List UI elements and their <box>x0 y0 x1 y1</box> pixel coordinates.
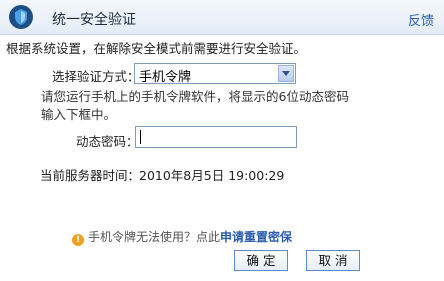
code-label: 动态密码： <box>76 134 139 149</box>
ok-button[interactable]: 确 定 <box>234 250 288 271</box>
verification-method-select[interactable]: 手机令牌 <box>134 63 296 85</box>
hint-text: 手机令牌无法使用？点此 <box>88 230 221 244</box>
dynamic-code-input[interactable] <box>135 126 297 148</box>
selected-method: 手机令牌 <box>139 70 192 85</box>
intro-text: 根据系统设置，在解除安全模式前需要进行安全验证。 <box>6 41 307 56</box>
cancel-button[interactable]: 取 消 <box>306 250 360 271</box>
server-time-label: 当前服务器时间： <box>40 168 141 183</box>
shield-icon <box>9 5 33 29</box>
instruction-text: 请您运行手机上的手机令牌软件，将显示的6位动态密码输入下框中。 <box>41 89 349 122</box>
server-time-value: 2010年8月5日 19:00:29 <box>139 168 285 183</box>
chevron-down-icon[interactable] <box>278 65 294 82</box>
dialog-title: 统一安全验证 <box>52 12 136 28</box>
reset-link[interactable]: 申请重置密保 <box>220 230 292 244</box>
reset-hint: ! 手机令牌无法使用？点此申请重置密保 <box>72 228 292 246</box>
method-label: 选择验证方式： <box>52 69 140 84</box>
info-icon: ! <box>72 234 84 246</box>
feedback-link[interactable]: 反馈 <box>408 10 434 29</box>
text-caret <box>140 130 141 144</box>
dialog-header: 统一安全验证 反馈 <box>0 0 444 35</box>
